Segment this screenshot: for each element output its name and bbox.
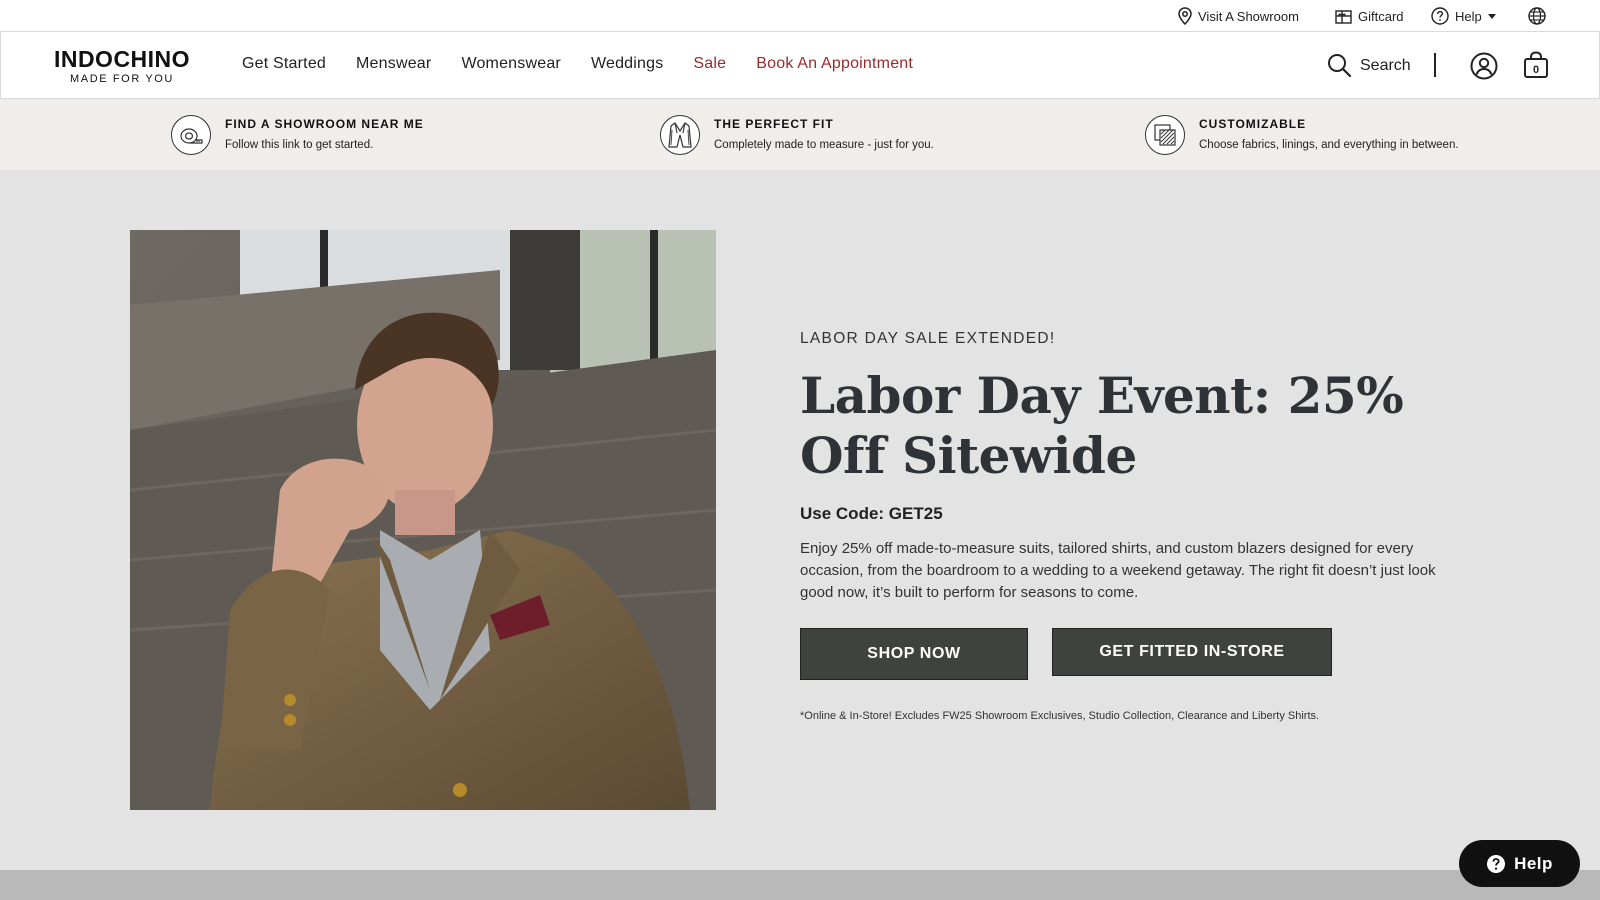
value-prop-subtitle: Choose fabrics, linings, and everything … bbox=[1199, 139, 1459, 151]
giftcard-link[interactable]: Giftcard bbox=[1335, 6, 1404, 26]
value-proposition-strip: FIND A SHOWROOM NEAR ME Follow this link… bbox=[0, 99, 1600, 170]
globe-icon bbox=[1528, 7, 1546, 25]
value-prop-subtitle: Follow this link to get started. bbox=[225, 139, 374, 151]
nav-book-appointment[interactable]: Book An Appointment bbox=[756, 55, 913, 73]
nav-womenswear[interactable]: Womenswear bbox=[461, 55, 561, 73]
hero-body: Enjoy 25% off made-to-measure suits, tai… bbox=[800, 540, 1436, 601]
location-pin-icon bbox=[1178, 7, 1192, 25]
value-prop-title: FIND A SHOWROOM NEAR ME bbox=[225, 117, 424, 131]
cta-row: SHOP NOW GET FITTED IN-STORE bbox=[800, 628, 1460, 680]
value-prop-title: CUSTOMIZABLE bbox=[1199, 117, 1307, 131]
next-section-band bbox=[0, 870, 1600, 900]
hero-copy: LABOR DAY SALE EXTENDED! Labor Day Event… bbox=[800, 330, 1460, 722]
logo-tagline: MADE FOR YOU bbox=[70, 73, 174, 85]
cart-button[interactable]: 0 bbox=[1523, 51, 1549, 84]
question-circle-icon bbox=[1431, 7, 1449, 25]
nav-get-started[interactable]: Get Started bbox=[242, 55, 326, 73]
visit-showroom-link[interactable]: Visit A Showroom bbox=[1178, 6, 1299, 26]
question-circle-icon bbox=[1487, 854, 1506, 873]
visit-showroom-label: Visit A Showroom bbox=[1198, 8, 1299, 24]
nav-sale[interactable]: Sale bbox=[693, 55, 726, 73]
cart-count: 0 bbox=[1533, 64, 1539, 76]
value-prop-fit[interactable]: THE PERFECT FIT Completely made to measu… bbox=[660, 115, 934, 155]
hero-banner: LABOR DAY SALE EXTENDED! Labor Day Event… bbox=[0, 170, 1600, 870]
tape-measure-icon bbox=[171, 115, 211, 155]
hero-image[interactable] bbox=[130, 230, 716, 810]
header-divider bbox=[1434, 53, 1436, 77]
chevron-down-icon bbox=[1487, 13, 1496, 19]
utility-bar: Visit A Showroom Giftcard Help bbox=[0, 0, 1600, 32]
promo-disclaimer: *Online & In-Store! Excludes FW25 Showro… bbox=[800, 710, 1320, 722]
value-prop-subtitle: Completely made to measure - just for yo… bbox=[714, 139, 934, 151]
get-fitted-button[interactable]: GET FITTED IN-STORE bbox=[1052, 628, 1332, 676]
gift-icon bbox=[1335, 9, 1352, 24]
primary-nav: Get Started Menswear Womenswear Weddings… bbox=[242, 55, 943, 73]
locale-selector[interactable] bbox=[1528, 6, 1552, 26]
logo[interactable]: INDOCHINO MADE FOR YOU bbox=[49, 46, 195, 86]
search-button[interactable]: Search bbox=[1327, 53, 1411, 78]
user-circle-icon bbox=[1470, 52, 1498, 80]
shopping-bag-icon: 0 bbox=[1524, 51, 1548, 78]
hero-eyebrow: LABOR DAY SALE EXTENDED! bbox=[800, 330, 1056, 347]
help-label: Help bbox=[1455, 8, 1482, 24]
nav-weddings[interactable]: Weddings bbox=[591, 55, 663, 73]
account-button[interactable] bbox=[1470, 52, 1498, 85]
value-prop-customizable[interactable]: CUSTOMIZABLE Choose fabrics, linings, an… bbox=[1145, 115, 1459, 155]
value-prop-title: THE PERFECT FIT bbox=[714, 117, 834, 131]
search-label: Search bbox=[1360, 56, 1411, 74]
help-chat-label: Help bbox=[1514, 853, 1553, 873]
main-header: INDOCHINO MADE FOR YOU Get Started Mensw… bbox=[0, 32, 1600, 99]
help-menu[interactable]: Help bbox=[1431, 6, 1496, 26]
nav-menswear[interactable]: Menswear bbox=[356, 55, 431, 73]
suit-jacket-icon bbox=[660, 115, 700, 155]
value-prop-showroom[interactable]: FIND A SHOWROOM NEAR ME Follow this link… bbox=[171, 115, 424, 155]
logo-name: INDOCHINO bbox=[53, 46, 191, 72]
giftcard-label: Giftcard bbox=[1358, 8, 1404, 24]
shop-now-button[interactable]: SHOP NOW bbox=[800, 628, 1028, 680]
hero-headline: Labor Day Event: 25% Off Sitewide bbox=[800, 366, 1404, 485]
search-icon bbox=[1328, 54, 1352, 78]
help-chat-button[interactable]: Help bbox=[1459, 840, 1580, 887]
promo-code: Use Code: GET25 bbox=[800, 504, 943, 523]
fabric-swatch-icon bbox=[1145, 115, 1185, 155]
